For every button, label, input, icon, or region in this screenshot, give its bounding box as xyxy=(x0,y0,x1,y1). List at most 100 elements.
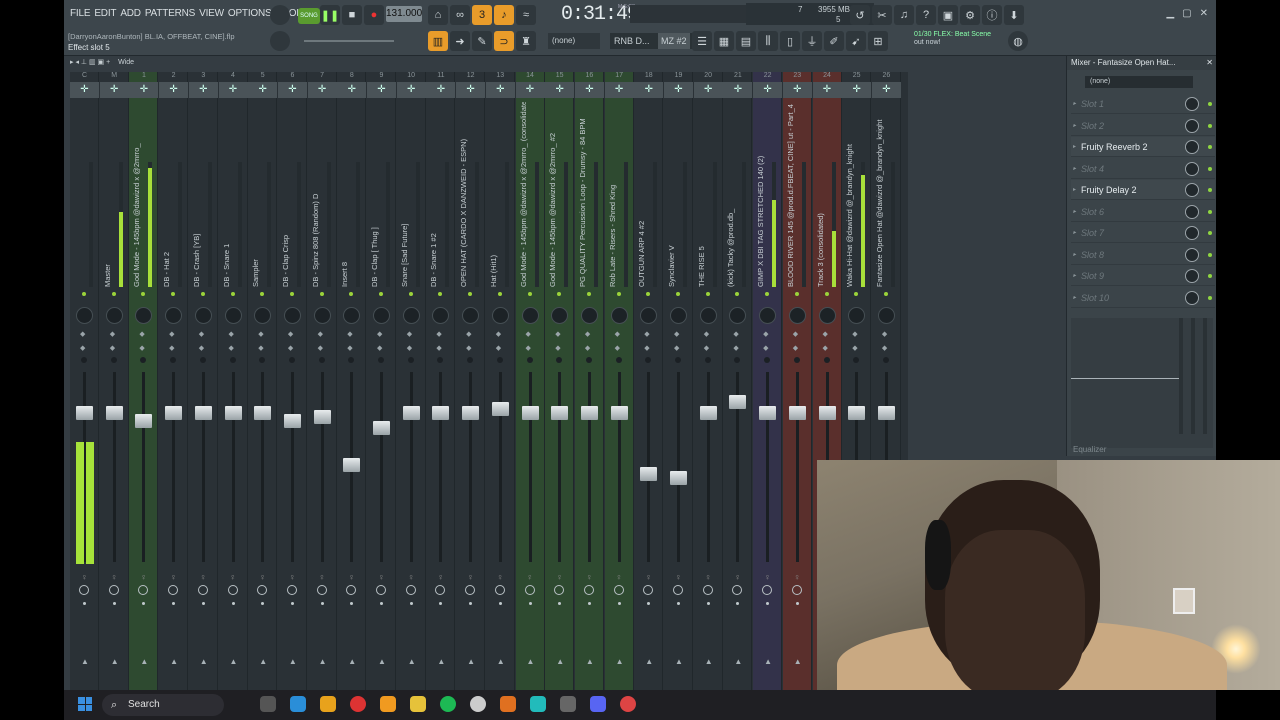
track-pan-knob[interactable] xyxy=(224,307,242,324)
tempo-display[interactable]: 131.000 xyxy=(386,6,422,22)
track-route-icon[interactable]: ◆ xyxy=(199,344,204,352)
track-volume-fader[interactable] xyxy=(313,410,331,424)
track-link-icon[interactable] xyxy=(138,585,149,595)
effect-slot[interactable]: ▸ Slot 4 xyxy=(1071,159,1215,179)
track-pan-knob[interactable] xyxy=(76,307,93,324)
track-send-arrow-icon[interactable]: ▲ xyxy=(467,657,475,666)
track-send-arrow-icon[interactable]: ▲ xyxy=(645,657,653,666)
track-add-icon[interactable]: ✛ xyxy=(664,82,693,98)
track-send-dot[interactable] xyxy=(528,602,532,605)
track-link-icon[interactable] xyxy=(376,585,386,595)
mixer-track[interactable]: 8 ✛ Insert 8 ◆ ◆ ♀ ▲ xyxy=(337,72,367,690)
track-mute-led[interactable] xyxy=(200,292,205,296)
track-volume-fader[interactable] xyxy=(580,406,598,421)
eq-slider-3[interactable] xyxy=(1203,318,1207,434)
slot-enable-led[interactable] xyxy=(1208,274,1212,278)
cut-icon[interactable]: ✂ xyxy=(872,5,892,25)
spotify-icon[interactable] xyxy=(440,696,456,712)
track-link-icon[interactable] xyxy=(257,585,268,595)
track-pan-knob[interactable] xyxy=(373,307,390,324)
arrow-icon[interactable]: ➜ xyxy=(450,31,470,51)
track-route-icon[interactable]: ◆ xyxy=(139,344,144,352)
track-stereo-icon[interactable]: ◆ xyxy=(229,330,234,338)
track-pan-knob[interactable] xyxy=(313,307,331,324)
track-link-icon[interactable] xyxy=(762,585,773,595)
track-pan-knob[interactable] xyxy=(135,307,153,324)
track-route-icon[interactable]: ◆ xyxy=(318,344,323,352)
track-stereo-sep[interactable] xyxy=(704,357,711,363)
track-volume-fader[interactable] xyxy=(343,457,361,472)
track-volume-fader[interactable] xyxy=(818,406,836,421)
effect-slot[interactable]: ▸ Slot 7 xyxy=(1071,223,1215,243)
track-stereo-sep[interactable] xyxy=(199,357,206,363)
globe-icon[interactable]: ◍ xyxy=(1008,31,1028,51)
track-arm-icon[interactable]: ♀ xyxy=(81,572,88,582)
mixer-track[interactable]: 18 ✛ OUTGUN ARP 4 #2 ◆ ◆ ♀ ▲ xyxy=(634,72,664,690)
mixer-track[interactable]: 6 ✛ DB - Clap Crisp ◆ ◆ ♀ ▲ xyxy=(277,72,307,690)
track-volume-fader[interactable] xyxy=(670,470,687,485)
eq-slider-2[interactable] xyxy=(1191,318,1195,434)
edge-icon[interactable] xyxy=(290,696,306,712)
track-stereo-icon[interactable]: ◆ xyxy=(733,330,738,338)
track-send-arrow-icon[interactable]: ▲ xyxy=(408,657,416,666)
track-route-icon[interactable]: ◆ xyxy=(823,344,828,352)
slot-menu-icon[interactable]: ▸ xyxy=(1073,116,1076,136)
track-pan-knob[interactable] xyxy=(729,307,747,324)
track-add-icon[interactable]: ✛ xyxy=(337,82,367,98)
track-send-dot[interactable] xyxy=(677,602,680,605)
track-link-icon[interactable] xyxy=(524,585,535,595)
track-send-arrow-icon[interactable]: ▲ xyxy=(319,657,327,666)
track-route-icon[interactable]: ◆ xyxy=(674,344,679,352)
track-pan-knob[interactable] xyxy=(402,307,420,324)
track-add-icon[interactable]: ✛ xyxy=(70,82,99,98)
track-stereo-sep[interactable] xyxy=(615,357,622,363)
track-stereo-icon[interactable]: ◆ xyxy=(496,330,501,338)
record-button[interactable]: ● xyxy=(364,5,384,25)
track-arm-icon[interactable]: ♀ xyxy=(794,572,801,582)
track-send-dot[interactable] xyxy=(409,602,413,605)
file-icon[interactable]: ▯ xyxy=(780,31,800,51)
track-stereo-icon[interactable]: ◆ xyxy=(585,330,590,338)
track-mute-led[interactable] xyxy=(289,292,294,296)
track-stereo-sep[interactable] xyxy=(764,357,771,363)
track-add-icon[interactable]: ✛ xyxy=(693,82,723,98)
track-stereo-icon[interactable]: ◆ xyxy=(644,330,649,338)
download-icon[interactable]: ⬇ xyxy=(1004,5,1024,25)
track-send-dot[interactable] xyxy=(320,602,324,605)
track-volume-fader[interactable] xyxy=(283,413,301,428)
track-stereo-icon[interactable]: ◆ xyxy=(555,330,560,338)
track-send-arrow-icon[interactable]: ▲ xyxy=(140,657,148,666)
track-pan-knob[interactable] xyxy=(877,307,895,324)
track-arm-icon[interactable]: ♀ xyxy=(378,572,385,582)
track-route-icon[interactable]: ◆ xyxy=(347,344,352,352)
track-volume-fader[interactable] xyxy=(165,406,183,421)
track-volume-fader[interactable] xyxy=(254,406,272,421)
track-link-icon[interactable] xyxy=(316,585,327,595)
mixer-track[interactable]: 14 ✛ God Mode - 145bpm @dawizrd x @2mrro_ … xyxy=(515,72,545,690)
effect-slot[interactable]: ▸ Slot 1 xyxy=(1071,94,1215,114)
track-mute-led[interactable] xyxy=(854,292,859,296)
track-stereo-sep[interactable] xyxy=(110,357,117,363)
track-send-arrow-icon[interactable]: ▲ xyxy=(586,657,594,666)
track-stereo-icon[interactable]: ◆ xyxy=(436,330,441,338)
track-send-arrow-icon[interactable]: ▲ xyxy=(111,657,119,666)
step-edit-icon[interactable]: ♪ xyxy=(494,5,514,25)
track-add-icon[interactable]: ✛ xyxy=(99,82,129,98)
track-route-icon[interactable]: ◆ xyxy=(110,344,115,352)
mixer-track[interactable]: C ✛ ◆ ◆ ♀ ▲ xyxy=(70,72,99,690)
track-send-dot[interactable] xyxy=(261,602,265,605)
track-arm-icon[interactable]: ♀ xyxy=(556,572,563,582)
track-mute-led[interactable] xyxy=(408,292,413,296)
track-stereo-icon[interactable]: ◆ xyxy=(882,330,887,338)
track-send-dot[interactable] xyxy=(172,602,176,605)
track-stereo-icon[interactable]: ◆ xyxy=(793,330,798,338)
track-route-icon[interactable]: ◆ xyxy=(258,344,263,352)
master-volume-slider[interactable] xyxy=(304,40,394,42)
piano-roll-icon[interactable]: ▥ xyxy=(428,31,448,51)
slot-menu-icon[interactable]: ▸ xyxy=(1073,288,1076,308)
mixer-track[interactable]: 1 ✛ God Mode - 145bpm @dawizrd x @2mrro_ ◆ ◆… xyxy=(129,72,159,690)
track-stereo-sep[interactable] xyxy=(437,357,444,363)
track-add-icon[interactable]: ✛ xyxy=(277,82,307,98)
track-link-icon[interactable] xyxy=(583,585,594,595)
mixer-arrow-icon[interactable]: ▸ ◂ ⊥ ▥ ▣ + xyxy=(70,59,110,66)
